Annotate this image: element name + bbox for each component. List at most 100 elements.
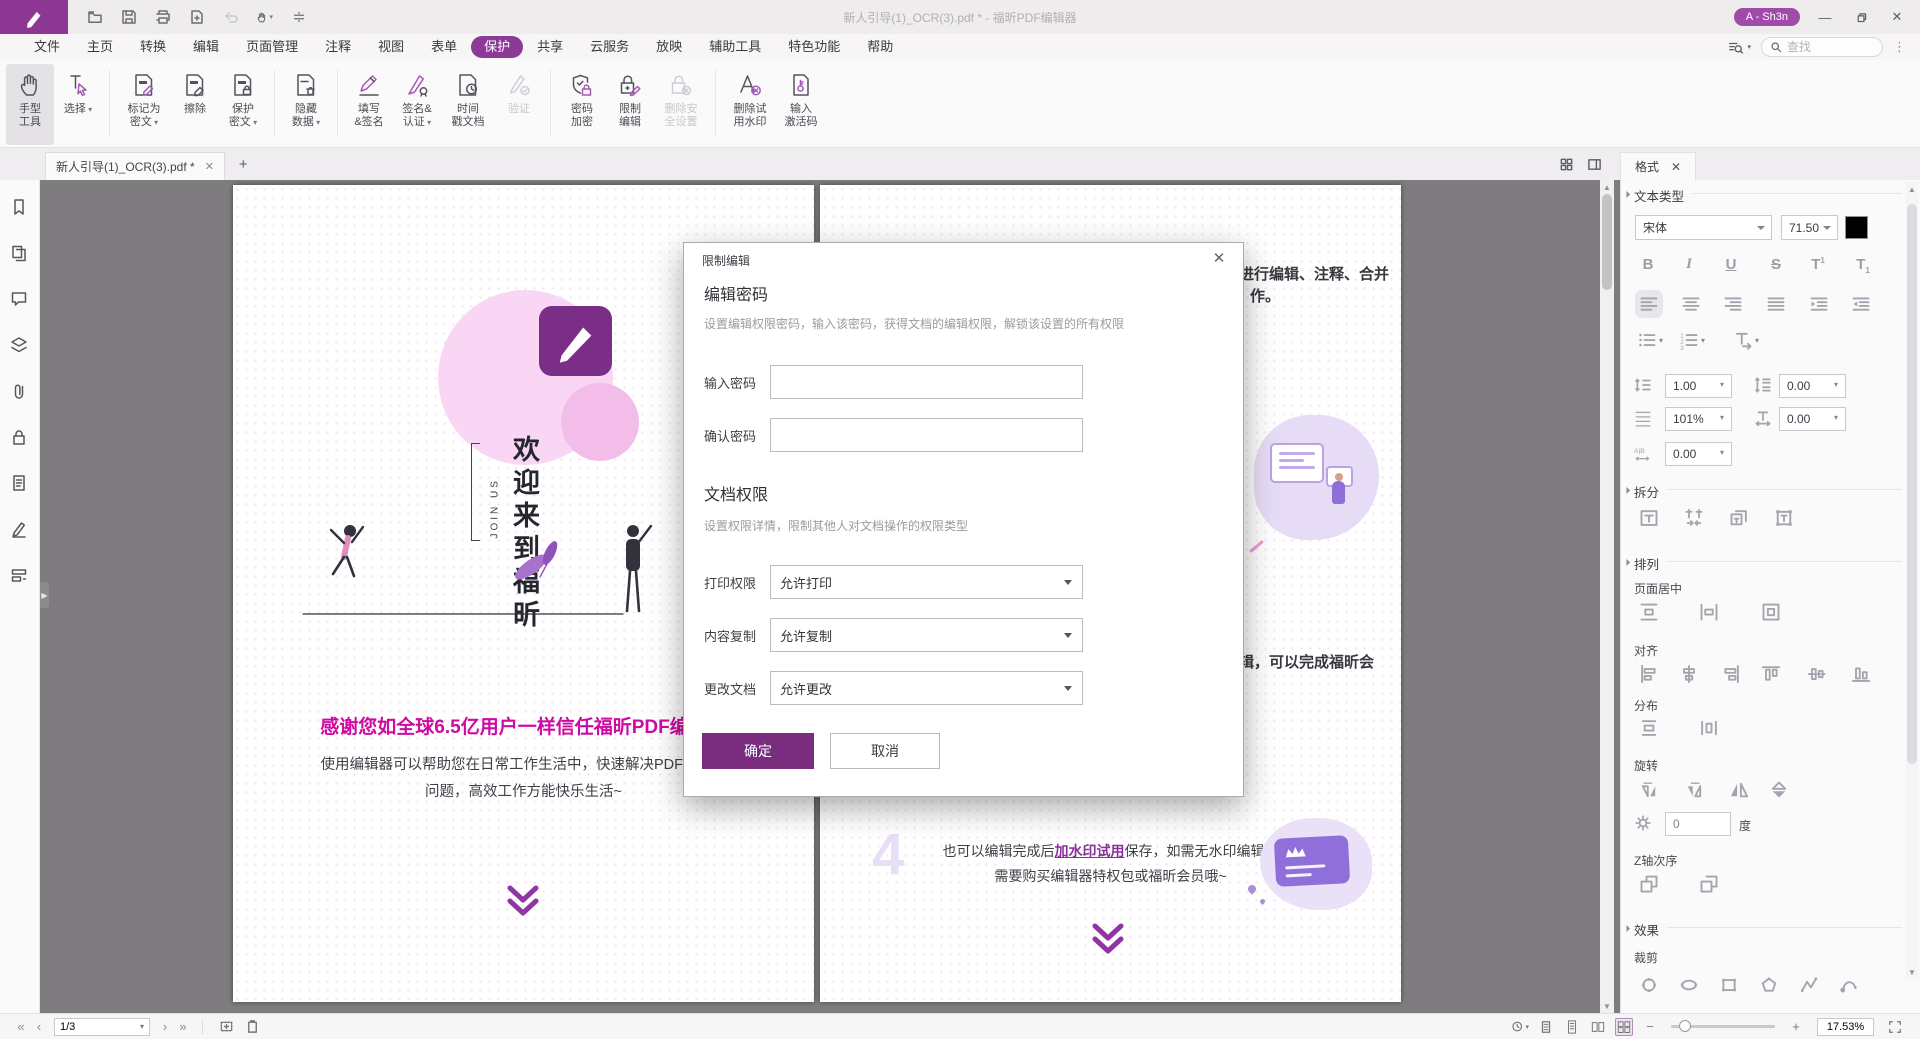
comments-icon[interactable] xyxy=(10,290,29,309)
panel-layout-icon[interactable] xyxy=(1587,157,1602,172)
menu-item-edit[interactable]: 编辑 xyxy=(193,37,219,57)
crop-polyline-button[interactable] xyxy=(1799,975,1819,995)
tool-erase[interactable]: 擦除 xyxy=(171,64,219,145)
panel-scroll-up-arrow[interactable]: ▲ xyxy=(1906,182,1918,196)
menu-item-help[interactable]: 帮助 xyxy=(867,37,893,57)
tool-remove-watermark[interactable]: 删除试 用水印 xyxy=(723,64,777,145)
tool-remove-security[interactable]: 删除安 全设置 xyxy=(654,64,708,145)
confirm-password-input[interactable] xyxy=(770,418,1083,452)
first-page-button[interactable]: « xyxy=(12,1019,30,1034)
scroll-up-arrow[interactable]: ▲ xyxy=(1600,180,1614,194)
copy-permission-select[interactable]: 允许复制 xyxy=(770,618,1083,652)
zoom-in-icon[interactable]: + xyxy=(1787,1018,1805,1036)
app-logo[interactable] xyxy=(0,0,68,34)
tool-timestamp[interactable]: 时间 戳文档 xyxy=(441,64,495,145)
crop-curve-button[interactable] xyxy=(1839,975,1859,995)
change-permission-select[interactable]: 允许更改 xyxy=(770,671,1083,705)
menu-item-page-manage[interactable]: 页面管理 xyxy=(246,37,298,57)
dialog-close-icon[interactable]: ✕ xyxy=(1209,249,1229,267)
watermark-trial-link[interactable]: 加水印试用 xyxy=(1055,843,1125,859)
bookmarks-icon[interactable] xyxy=(10,198,29,217)
continuous-view-icon[interactable] xyxy=(1563,1018,1581,1036)
undo-icon[interactable] xyxy=(222,9,239,26)
save-icon[interactable] xyxy=(120,9,137,26)
arrange-collapse-triangle[interactable] xyxy=(1623,559,1630,566)
tool-mark-redact[interactable]: 标记为 密文 xyxy=(117,64,171,145)
crop-polygon-button[interactable] xyxy=(1759,975,1779,995)
bullet-list-arrow[interactable]: ▾ xyxy=(1659,336,1663,345)
bullet-list-button[interactable] xyxy=(1637,330,1657,350)
tool-password-encrypt[interactable]: 密码 加密 xyxy=(558,64,606,145)
zoom-level-box[interactable] xyxy=(1817,1018,1874,1036)
snapshot-icon[interactable] xyxy=(217,1018,235,1036)
ok-button[interactable]: 确定 xyxy=(702,733,814,769)
search-input[interactable] xyxy=(1787,40,1867,54)
new-tab-button[interactable]: + xyxy=(239,156,248,173)
previous-page-button[interactable]: ‹ xyxy=(30,1019,48,1034)
cancel-button[interactable]: 取消 xyxy=(830,733,940,769)
subscript-button[interactable]: T1 xyxy=(1849,256,1877,275)
align-objects-left-button[interactable] xyxy=(1639,664,1659,684)
panel-expander-handle[interactable]: ▶ xyxy=(40,582,49,608)
font-color-swatch[interactable] xyxy=(1845,216,1868,239)
clipboard-icon[interactable] xyxy=(243,1018,261,1036)
more-options-icon[interactable]: ⋮ xyxy=(1893,39,1906,55)
italic-button[interactable]: I xyxy=(1675,256,1703,273)
page-dropdown-arrow[interactable]: ▾ xyxy=(140,1022,144,1031)
distribute-vertical-button[interactable] xyxy=(1639,718,1659,738)
zoom-slider-knob[interactable] xyxy=(1679,1020,1691,1032)
tool-hand[interactable]: 手型 工具 xyxy=(6,64,54,145)
underline-button[interactable]: U xyxy=(1717,256,1745,273)
menu-item-comment[interactable]: 注释 xyxy=(325,37,351,57)
close-button[interactable]: ✕ xyxy=(1886,6,1908,28)
collapse-triangle-icon[interactable] xyxy=(1623,191,1630,198)
document-tab[interactable]: 新人引导(1)_OCR(3).pdf * ✕ xyxy=(45,152,225,180)
indent-decrease-button[interactable] xyxy=(1851,294,1871,314)
panel-close-icon[interactable]: ✕ xyxy=(1671,160,1681,174)
align-objects-bottom-button[interactable] xyxy=(1851,664,1871,684)
merge-text-button[interactable] xyxy=(1684,508,1704,528)
menu-item-file[interactable]: 文件 xyxy=(34,37,60,57)
align-objects-vcenter-button[interactable] xyxy=(1807,664,1827,684)
form-fields-icon[interactable] xyxy=(10,566,29,585)
crop-circle-button[interactable] xyxy=(1639,975,1659,995)
menu-item-form[interactable]: 表单 xyxy=(431,37,457,57)
panel-scrollbar-thumb[interactable] xyxy=(1907,204,1917,764)
layers-icon[interactable] xyxy=(10,336,29,355)
minimize-button[interactable]: — xyxy=(1814,6,1836,28)
articles-icon[interactable] xyxy=(10,474,29,493)
strikethrough-button[interactable]: S xyxy=(1762,256,1790,273)
align-right-button[interactable] xyxy=(1723,294,1743,314)
text-direction-button[interactable] xyxy=(1733,330,1753,350)
text-direction-arrow[interactable]: ▾ xyxy=(1755,336,1759,345)
crop-ellipse-button[interactable] xyxy=(1679,975,1699,995)
menu-item-cloud[interactable]: 云服务 xyxy=(590,37,629,57)
h-offset-arrow[interactable]: ▾ xyxy=(1834,413,1838,422)
align-objects-top-button[interactable] xyxy=(1761,664,1781,684)
center-vertical-button[interactable] xyxy=(1639,602,1659,622)
menu-item-share[interactable]: 共享 xyxy=(537,37,563,57)
paragraph-spacing-arrow[interactable]: ▾ xyxy=(1834,380,1838,389)
attachments-icon[interactable] xyxy=(10,382,29,401)
rotate-left-button[interactable] xyxy=(1639,780,1659,800)
tool-restrict-edit[interactable]: 限制 编辑 xyxy=(606,64,654,145)
signature-pen-icon[interactable] xyxy=(10,520,29,539)
line-spacing-arrow[interactable]: ▾ xyxy=(1720,380,1724,389)
scroll-down-arrow[interactable]: ▼ xyxy=(1600,999,1614,1013)
enter-password-input[interactable] xyxy=(770,365,1083,399)
rotation-degree-input[interactable] xyxy=(1665,812,1731,836)
tool-protect-redact[interactable]: 保护 密文 xyxy=(219,64,267,145)
hand-mode-icon[interactable]: ▾ xyxy=(256,9,273,26)
zoom-level-input[interactable] xyxy=(1822,1021,1870,1033)
effects-collapse-triangle[interactable] xyxy=(1623,925,1630,932)
open-file-icon[interactable] xyxy=(86,9,103,26)
tool-validate[interactable]: 验证 xyxy=(495,64,543,145)
tool-hide-data[interactable]: 隐藏 数据 xyxy=(282,64,330,145)
menu-item-view[interactable]: 视图 xyxy=(378,37,404,57)
two-page-view-icon[interactable] xyxy=(1589,1018,1607,1036)
bold-button[interactable]: B xyxy=(1634,256,1662,273)
font-family-select[interactable]: 宋体 xyxy=(1635,215,1772,240)
next-page-button[interactable]: › xyxy=(156,1019,174,1034)
indent-increase-button[interactable] xyxy=(1809,294,1829,314)
menu-item-features[interactable]: 特色功能 xyxy=(788,37,840,57)
